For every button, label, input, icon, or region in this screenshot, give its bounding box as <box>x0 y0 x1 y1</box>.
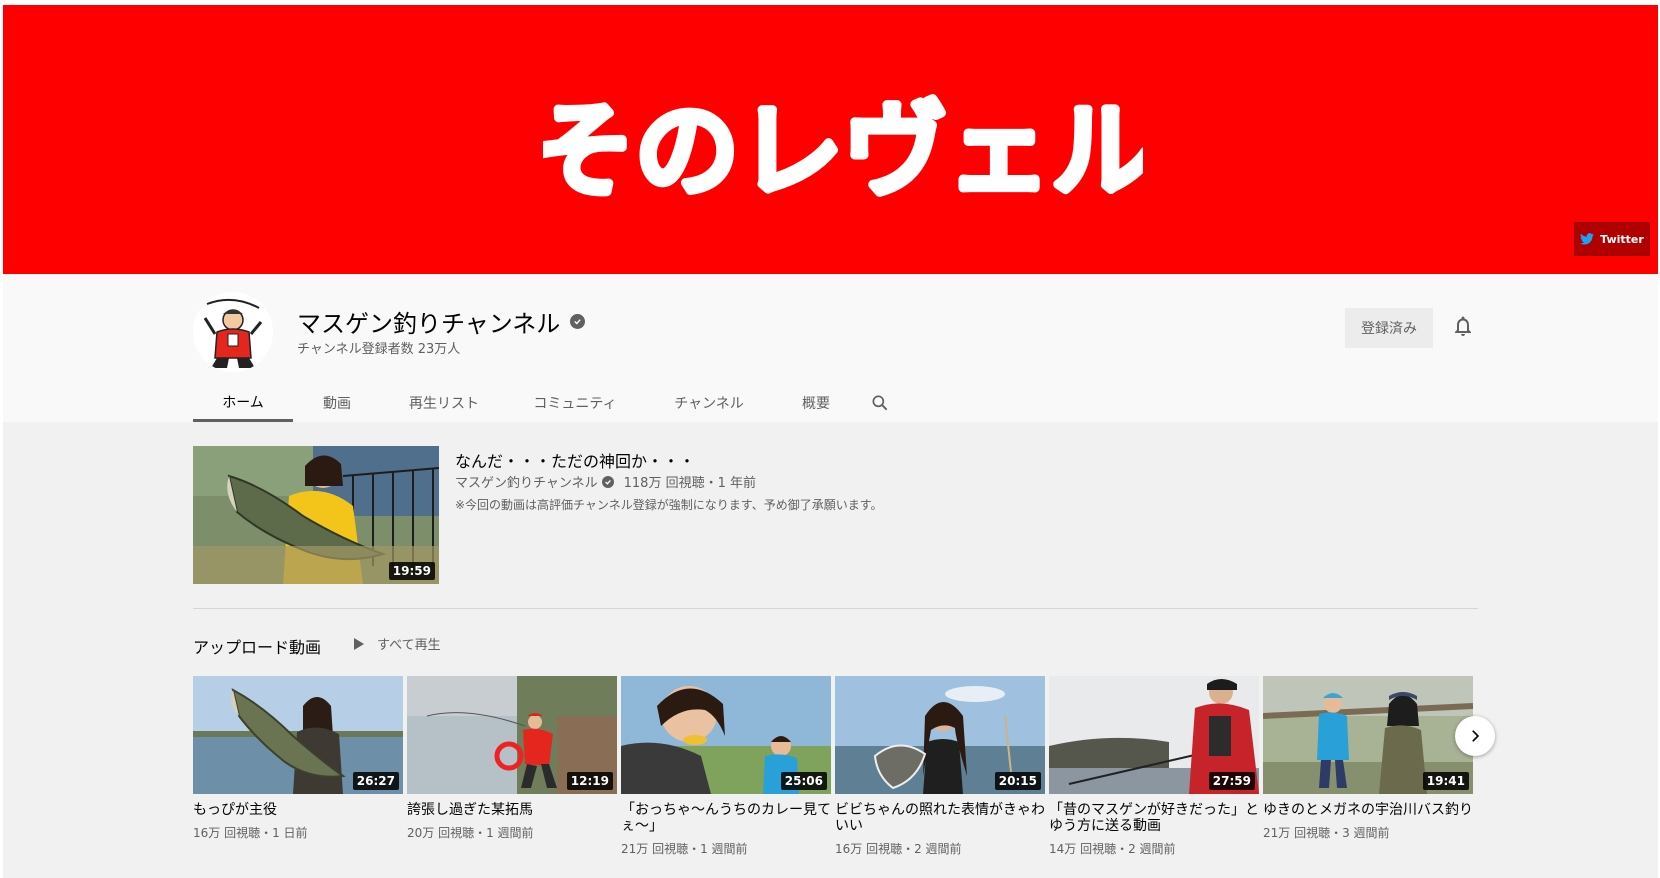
video-title[interactable]: ビビちゃんの照れた表情がきゃわいい <box>835 802 1045 834</box>
video-duration: 20:15 <box>994 772 1041 790</box>
video-duration: 19:41 <box>1422 772 1469 790</box>
channel-title: マスゲン釣りチャンネル <box>297 304 586 339</box>
video-meta: 14万 回視聴・2 週間前 <box>1049 842 1176 856</box>
video-meta: 21万 回視聴・1 週間前 <box>621 842 748 856</box>
video-meta: 21万 回視聴・3 週間前 <box>1263 826 1390 840</box>
banner-logo: そのレヴェル <box>543 87 1143 215</box>
video-card[interactable]: 12:19 誇張し過ぎた某拓馬 20万 回視聴・1 週間前 <box>407 676 617 841</box>
video-duration: 26:27 <box>352 772 399 790</box>
tab-playlists[interactable]: 再生リスト <box>381 384 507 422</box>
video-title[interactable]: ゆきのとメガネの宇治川バス釣り <box>1263 802 1473 818</box>
channel-avatar[interactable] <box>193 292 273 372</box>
uploads-shelf: 26:27 もっぴが主役 16万 回視聴・1 日前 12:19 誇張し過ぎた某拓… <box>193 676 1477 876</box>
video-title[interactable]: 「おっちゃ～んうちのカレー見てぇ～」 <box>621 802 831 834</box>
featured-duration: 19:59 <box>388 562 435 580</box>
search-icon[interactable] <box>865 384 895 422</box>
video-card[interactable]: 20:15 ビビちゃんの照れた表情がきゃわいい 16万 回視聴・2 週間前 <box>835 676 1045 857</box>
twitter-icon <box>1580 233 1595 245</box>
video-thumbnail[interactable]: 20:15 <box>835 676 1045 794</box>
video-thumbnail[interactable]: 12:19 <box>407 676 617 794</box>
channel-tabs: ホーム 動画 再生リスト コミュニティ チャンネル 概要 <box>193 384 895 422</box>
tab-videos[interactable]: 動画 <box>293 384 381 422</box>
featured-video-title[interactable]: なんだ・・・ただの神回か・・・ <box>455 448 695 472</box>
tab-about[interactable]: 概要 <box>775 384 857 422</box>
video-thumbnail[interactable]: 26:27 <box>193 676 403 794</box>
video-thumbnail[interactable]: 27:59 <box>1049 676 1259 794</box>
video-meta: 20万 回視聴・1 週間前 <box>407 826 534 840</box>
video-card[interactable]: 27:59 「昔のマスゲンが好きだった」とゆう方に送る動画 14万 回視聴・2 … <box>1049 676 1259 857</box>
video-title[interactable]: もっぴが主役 <box>193 802 403 818</box>
twitter-label: Twitter <box>1600 232 1644 246</box>
bell-icon[interactable] <box>1451 314 1475 338</box>
play-all-button[interactable]: すべて再生 <box>353 634 441 653</box>
tab-home[interactable]: ホーム <box>193 384 293 422</box>
play-icon <box>354 637 364 650</box>
video-duration: 25:06 <box>780 772 827 790</box>
video-card[interactable]: 19:41 ゆきのとメガネの宇治川バス釣り 21万 回視聴・3 週間前 <box>1263 676 1473 841</box>
video-card[interactable]: 26:27 もっぴが主役 16万 回視聴・1 日前 <box>193 676 403 841</box>
twitter-link[interactable]: Twitter <box>1574 222 1650 256</box>
subscriber-count: チャンネル登録者数 23万人 <box>297 342 461 357</box>
play-all-label: すべて再生 <box>377 638 441 653</box>
video-title[interactable]: 誇張し過ぎた某拓馬 <box>407 802 617 818</box>
featured-channel-name[interactable]: マスゲン釣りチャンネル <box>455 472 598 491</box>
channel-home-content: 19:59 なんだ・・・ただの神回か・・・ マスゲン釣りチャンネル 118万 回… <box>3 422 1658 878</box>
tab-community[interactable]: コミュニティ <box>507 384 643 422</box>
video-thumbnail[interactable]: 19:41 <box>1263 676 1473 794</box>
chevron-right-icon[interactable] <box>1455 716 1495 756</box>
channel-banner: そのレヴェル Twitter <box>3 5 1658 274</box>
uploads-section-title[interactable]: アップロード動画 <box>193 634 321 658</box>
svg-text:そのレヴェル: そのレヴェル <box>543 90 1143 212</box>
video-meta: 16万 回視聴・2 週間前 <box>835 842 962 856</box>
section-divider <box>193 608 1478 609</box>
featured-stats: 118万 回視聴・1 年前 <box>623 476 756 491</box>
video-duration: 12:19 <box>566 772 613 790</box>
video-meta: 16万 回視聴・1 日前 <box>193 826 308 840</box>
channel-name-text: マスゲン釣りチャンネル <box>297 310 561 338</box>
featured-description: ※今回の動画は高評価チャンネル登録が強制になります、予め御了承願います。 <box>455 498 883 512</box>
subscribed-button[interactable]: 登録済み <box>1345 308 1433 348</box>
avatar-illustration <box>193 292 273 372</box>
verified-icon <box>601 475 614 488</box>
video-thumbnail[interactable]: 25:06 <box>621 676 831 794</box>
featured-video-thumbnail[interactable]: 19:59 <box>193 446 439 584</box>
video-card[interactable]: 25:06 「おっちゃ～んうちのカレー見てぇ～」 21万 回視聴・1 週間前 <box>621 676 831 857</box>
video-duration: 27:59 <box>1208 772 1255 790</box>
verified-icon <box>570 314 586 329</box>
channel-header: マスゲン釣りチャンネル チャンネル登録者数 23万人 登録済み ホーム 動画 再… <box>3 274 1658 422</box>
tab-channels[interactable]: チャンネル <box>643 384 775 422</box>
video-title[interactable]: 「昔のマスゲンが好きだった」とゆう方に送る動画 <box>1049 802 1259 834</box>
featured-video-meta: マスゲン釣りチャンネル 118万 回視聴・1 年前 <box>455 472 756 491</box>
